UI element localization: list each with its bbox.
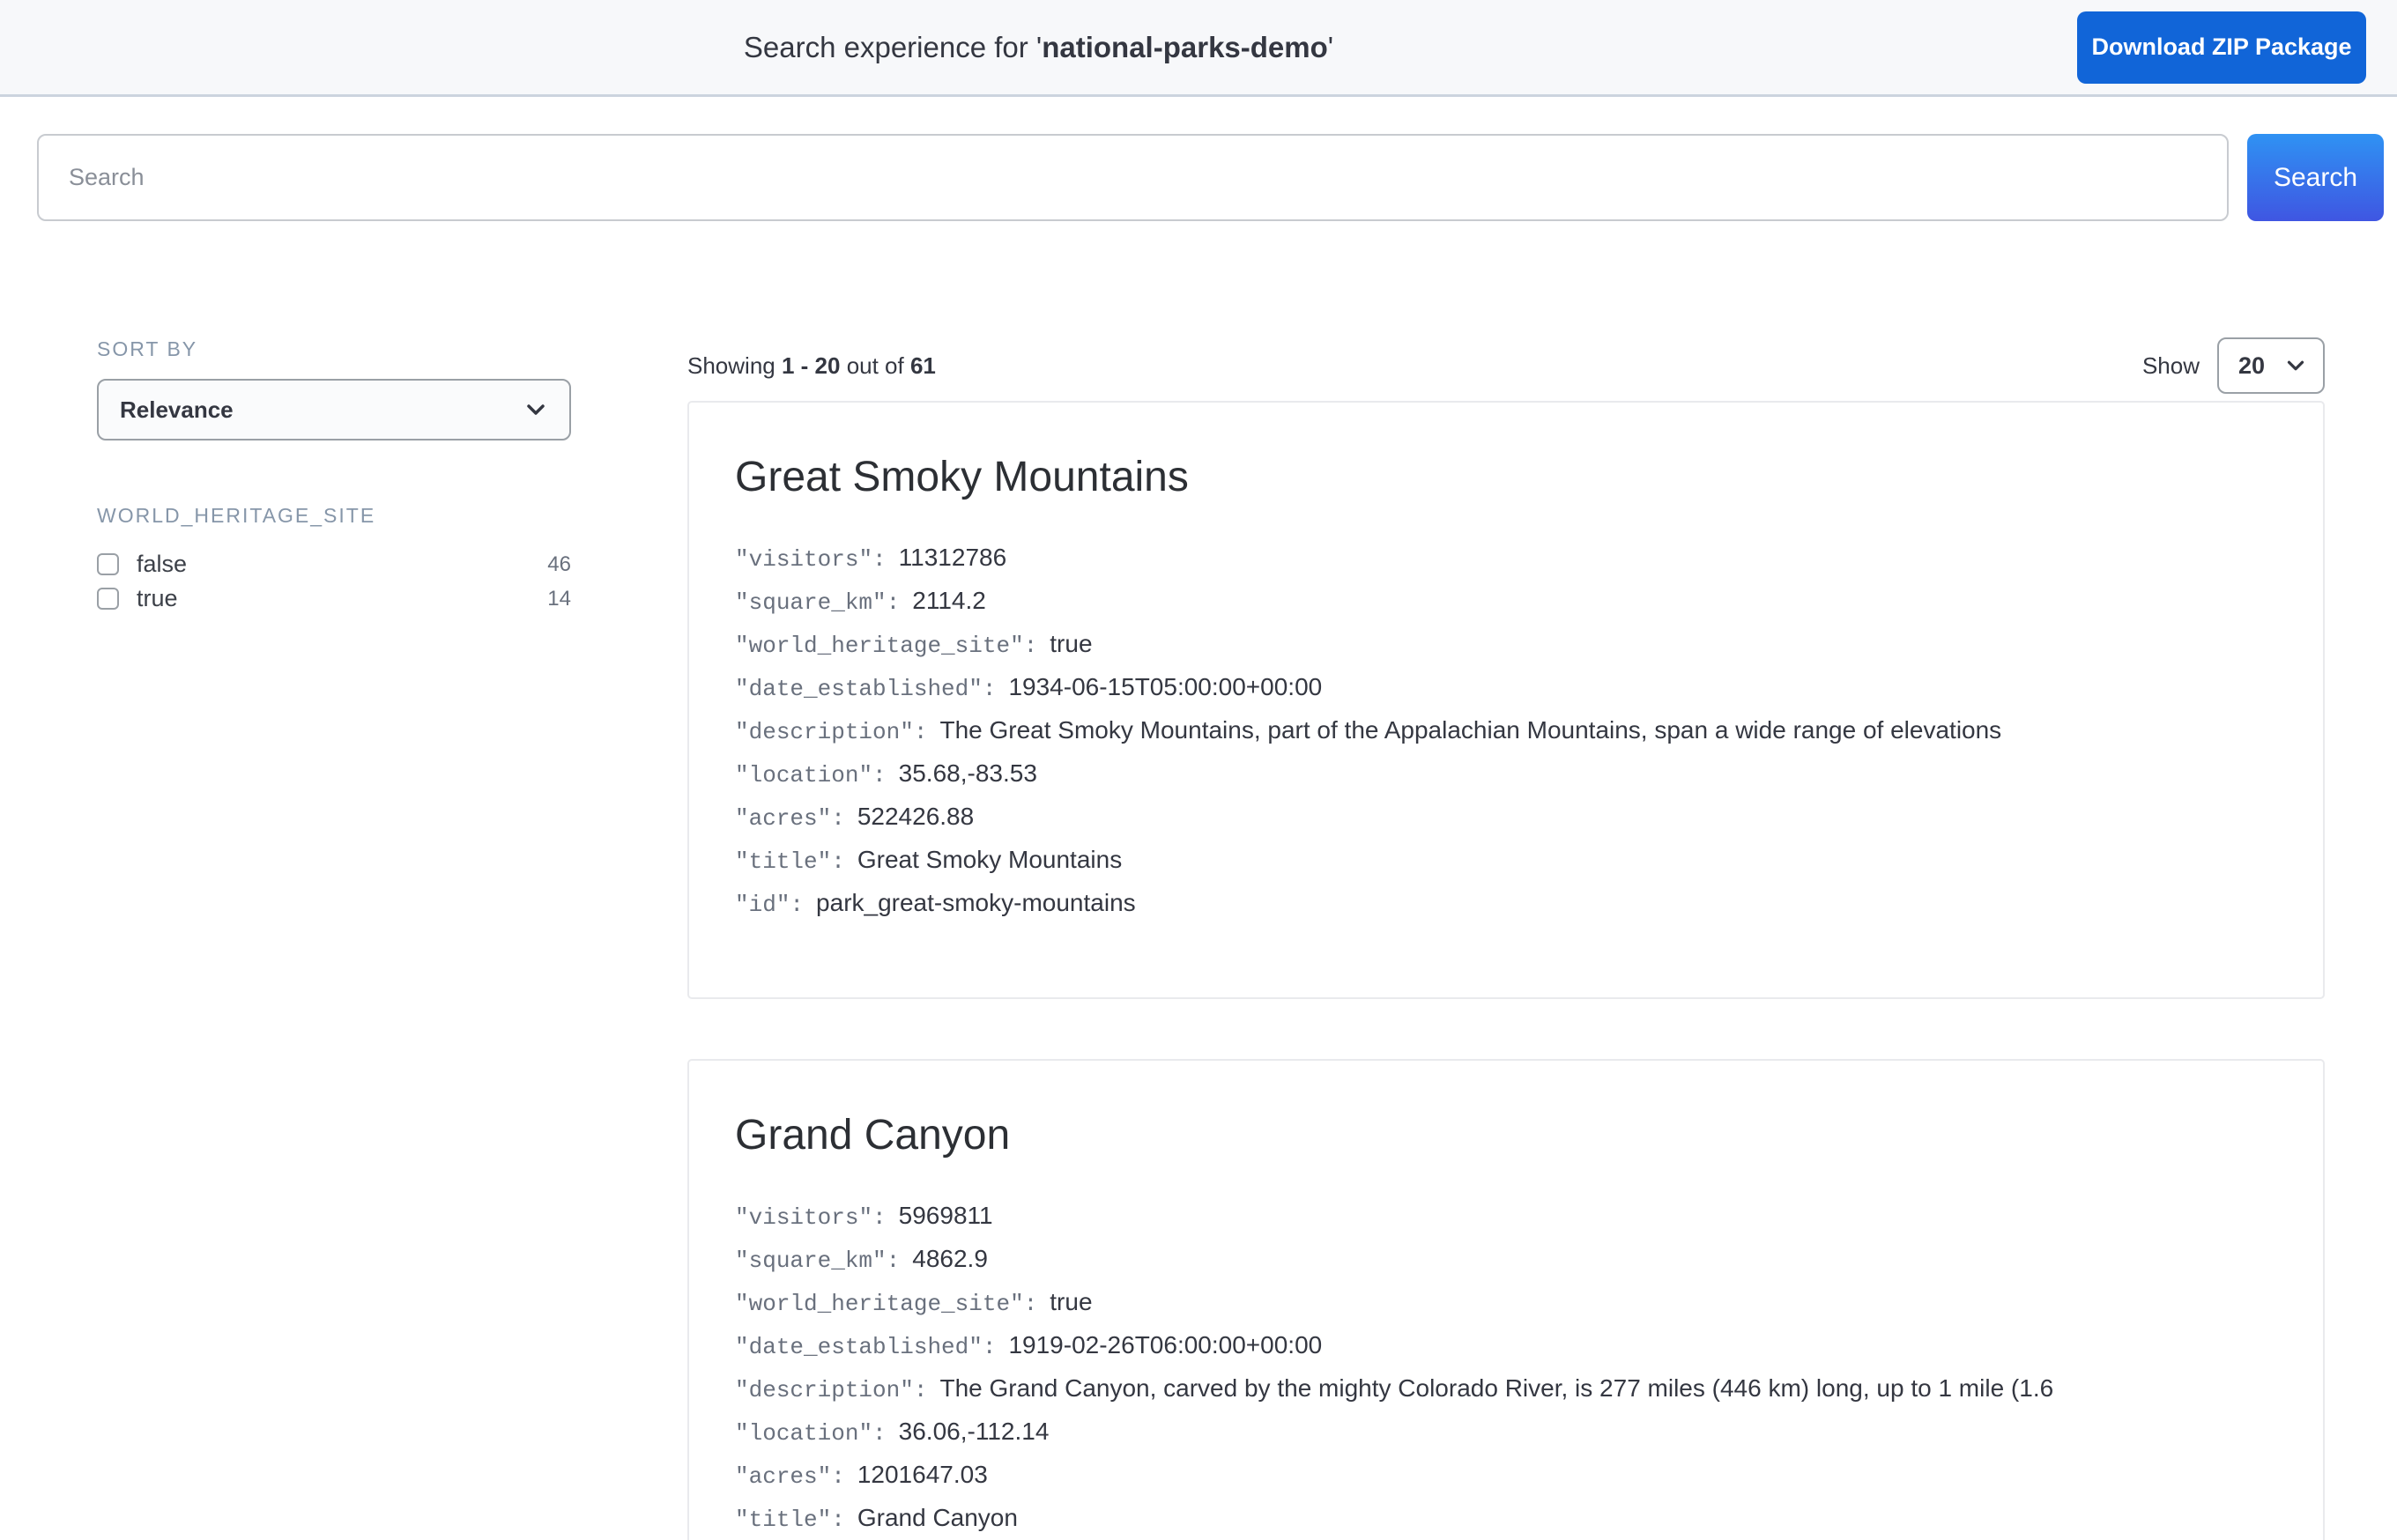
result-fields: visitors 11312786 square_km 2114.2 world_h…: [735, 538, 2277, 927]
sidebar: SORT BY Relevance WORLD_HERITAGE_SITE fa…: [97, 337, 571, 1540]
page-size-select[interactable]: 20: [2217, 337, 2325, 394]
field-key: date_established: [735, 676, 996, 702]
field-value: true: [1050, 1288, 1092, 1315]
field-value: The Great Smoky Mountains, part of the A…: [939, 716, 2001, 744]
result-title: Grand Canyon: [735, 1112, 2277, 1159]
facet-option[interactable]: true 14: [97, 581, 571, 616]
facet-checkbox[interactable]: [97, 588, 119, 610]
page-title-suffix: ': [1328, 31, 1333, 63]
facet-option-label: false: [137, 551, 187, 578]
field-key: id: [735, 892, 804, 918]
field-key: square_km: [735, 1248, 900, 1274]
field-key: location: [735, 1420, 887, 1447]
download-zip-button[interactable]: Download ZIP Package: [2077, 11, 2366, 84]
facet-option-count: 14: [547, 587, 571, 611]
result-title: Great Smoky Mountains: [735, 454, 2277, 501]
field-row: world_heritage_site true: [735, 625, 2277, 668]
field-row: description The Grand Canyon, carved by t…: [735, 1369, 2277, 1412]
field-row: square_km 2114.2: [735, 581, 2277, 625]
facet-options: false 46 true 14: [97, 547, 571, 616]
field-key: visitors: [735, 1204, 887, 1231]
facet-title: WORLD_HERITAGE_SITE: [97, 504, 571, 528]
field-key: title: [735, 848, 845, 875]
field-value: 1201647.03: [857, 1461, 988, 1488]
field-key: world_heritage_site: [735, 633, 1037, 659]
field-value: 1919-02-26T06:00:00+00:00: [1008, 1331, 1322, 1359]
field-key: world_heritage_site: [735, 1291, 1037, 1317]
result-fields: visitors 5969811 square_km 4862.9 world_he…: [735, 1196, 2277, 1540]
search-button[interactable]: Search: [2247, 134, 2384, 221]
page-title-prefix: Search experience for ': [744, 31, 1042, 63]
facet-option-label: true: [137, 585, 178, 612]
field-row: description The Great Smoky Mountains, pa…: [735, 711, 2277, 754]
field-row: world_heritage_site true: [735, 1283, 2277, 1326]
content: SORT BY Relevance WORLD_HERITAGE_SITE fa…: [0, 337, 2397, 1540]
field-row: date_established 1919-02-26T06:00:00+00:0…: [735, 1326, 2277, 1369]
field-value: The Grand Canyon, carved by the mighty C…: [939, 1374, 2053, 1402]
field-key: title: [735, 1507, 845, 1533]
field-key: acres: [735, 805, 845, 832]
field-row: title Great Smoky Mountains: [735, 840, 2277, 884]
header: Search experience for 'national-parks-de…: [0, 0, 2397, 97]
field-row: location 35.68,-83.53: [735, 754, 2277, 797]
show-label: Show: [2142, 352, 2200, 380]
results-panel: Showing 1 - 20 out of 61 Show 20 Great S…: [687, 337, 2325, 1540]
field-value: 1934-06-15T05:00:00+00:00: [1008, 673, 1322, 700]
field-row: acres 1201647.03: [735, 1455, 2277, 1499]
result-card: Grand Canyon visitors 5969811 square_km 48…: [687, 1059, 2325, 1540]
facet-checkbox[interactable]: [97, 553, 119, 575]
field-key: acres: [735, 1463, 845, 1490]
results-meta: Showing 1 - 20 out of 61 Show 20: [687, 337, 2325, 394]
field-value: true: [1050, 630, 1092, 657]
field-value: Great Smoky Mountains: [857, 846, 1122, 873]
sort-by-value: Relevance: [120, 396, 234, 424]
field-value: 36.06,-112.14: [899, 1418, 1050, 1445]
page-size-control: Show 20: [2142, 337, 2325, 394]
field-row: title Grand Canyon: [735, 1499, 2277, 1540]
field-value: 4862.9: [912, 1245, 988, 1272]
sort-by-label: SORT BY: [97, 337, 571, 361]
field-key: description: [735, 719, 927, 745]
field-value: 522426.88: [857, 803, 974, 830]
facet-group: WORLD_HERITAGE_SITE false 46 true 14: [97, 504, 571, 616]
showing-total: 61: [910, 352, 936, 379]
showing-prefix: Showing: [687, 352, 782, 379]
field-value: 5969811: [899, 1202, 993, 1229]
field-key: location: [735, 762, 887, 789]
sort-by-select[interactable]: Relevance: [97, 379, 571, 441]
engine-name: national-parks-demo: [1042, 31, 1328, 63]
field-row: acres 522426.88: [735, 797, 2277, 840]
field-row: visitors 5969811: [735, 1196, 2277, 1240]
field-value: 35.68,-83.53: [899, 759, 1037, 787]
page-size-value: 20: [2238, 352, 2265, 380]
field-key: visitors: [735, 546, 887, 573]
field-row: visitors 11312786: [735, 538, 2277, 581]
showing-range: 1 - 20: [782, 352, 841, 379]
field-row: id park_great-smoky-mountains: [735, 884, 2277, 927]
showing-out-of: out of: [840, 352, 910, 379]
search-input[interactable]: [37, 134, 2229, 221]
field-key: date_established: [735, 1334, 996, 1360]
field-row: location 36.06,-112.14: [735, 1412, 2277, 1455]
results-list: Great Smoky Mountains visitors 11312786 s…: [687, 401, 2325, 1540]
field-key: description: [735, 1377, 927, 1403]
result-card: Great Smoky Mountains visitors 11312786 s…: [687, 401, 2325, 999]
chevron-down-icon: [2282, 352, 2309, 379]
search-bar: Search: [0, 97, 2397, 221]
chevron-down-icon: [522, 396, 550, 424]
field-value: 11312786: [899, 544, 1007, 571]
field-value: park_great-smoky-mountains: [816, 889, 1136, 916]
field-key: square_km: [735, 589, 900, 616]
field-value: 2114.2: [912, 587, 986, 614]
facet-option[interactable]: false 46: [97, 547, 571, 581]
field-row: date_established 1934-06-15T05:00:00+00:0…: [735, 668, 2277, 711]
page-title: Search experience for 'national-parks-de…: [0, 31, 2077, 64]
field-value: Grand Canyon: [857, 1504, 1018, 1531]
facets-container: WORLD_HERITAGE_SITE false 46 true 14: [97, 504, 571, 616]
facet-option-count: 46: [547, 552, 571, 577]
showing-text: Showing 1 - 20 out of 61: [687, 352, 936, 380]
field-row: square_km 4862.9: [735, 1240, 2277, 1283]
